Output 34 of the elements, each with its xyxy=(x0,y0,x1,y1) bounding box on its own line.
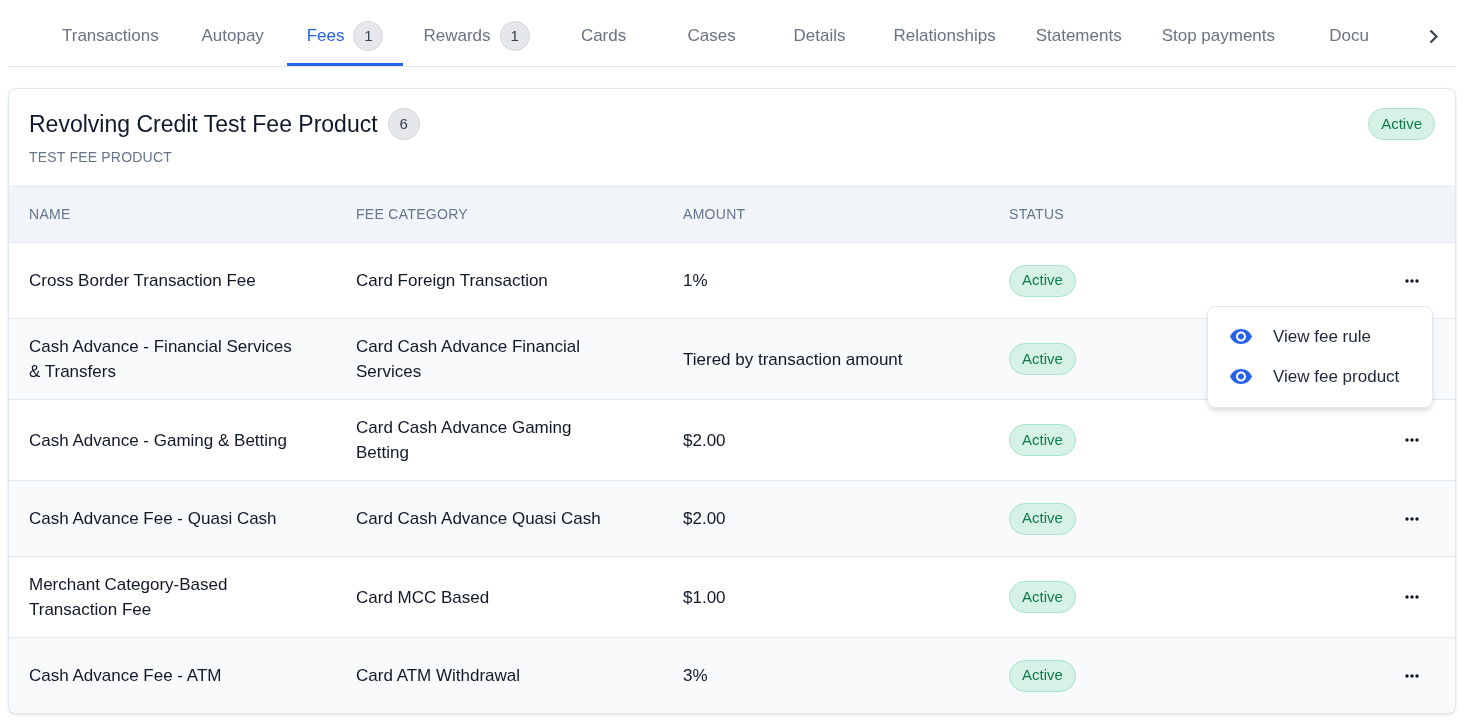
table-cell-text: 3% xyxy=(683,665,709,687)
column-header: AMOUNT xyxy=(683,205,747,224)
table-cell-text: Cross Border Transaction Fee xyxy=(29,270,257,292)
table-cell-text: $2.00 xyxy=(683,508,727,530)
card-subtitle: TEST FEE PRODUCT xyxy=(29,148,173,167)
table-cell-text: 1% xyxy=(683,270,709,292)
status-badge: Active xyxy=(1009,343,1076,375)
table-cell-text: Card MCC Based xyxy=(356,586,491,609)
status-badge: Active xyxy=(1009,659,1076,692)
status-badge: Active xyxy=(1009,264,1076,297)
table-cell-text: $1.00 xyxy=(683,586,727,609)
table-cell-text: Card Cash Advance Financial Services xyxy=(356,336,581,383)
table-cell-text: Tiered by transaction amount xyxy=(683,348,904,371)
column-header: NAME xyxy=(29,205,72,224)
table-cell-text: Cash Advance - Financial Services & Transfers xyxy=(29,336,293,383)
table-cell-text: Card ATM Withdrawal xyxy=(356,665,522,687)
count-badge: 1 xyxy=(353,21,384,51)
status-badge: Active xyxy=(1009,502,1076,535)
table-cell-text: Merchant Category-Based Transaction Fee xyxy=(29,574,229,621)
column-header: FEE CATEGORY xyxy=(356,205,469,224)
count-badge: 6 xyxy=(387,108,420,140)
table-cell-text: Cash Advance Fee - ATM xyxy=(29,665,223,687)
status-badge: Active xyxy=(1009,424,1076,456)
table-cell-text: $2.00 xyxy=(683,429,727,452)
table-cell-text: Card Cash Advance Quasi Cash xyxy=(356,508,602,530)
count-badge: 1 xyxy=(499,21,530,51)
table-cell-text: Card Foreign Transaction xyxy=(356,270,549,292)
status-badge: Active xyxy=(1009,581,1076,613)
table-cell-text: Cash Advance - Gaming & Betting xyxy=(29,429,288,452)
table-cell-text: Card Cash Advance Gaming Betting xyxy=(356,417,573,464)
column-header: STATUS xyxy=(1009,205,1065,224)
status-badge: Active xyxy=(1368,108,1435,140)
table-cell-text: Cash Advance Fee - Quasi Cash xyxy=(29,508,278,530)
card-title: Revolving Credit Test Fee Product xyxy=(29,110,378,139)
